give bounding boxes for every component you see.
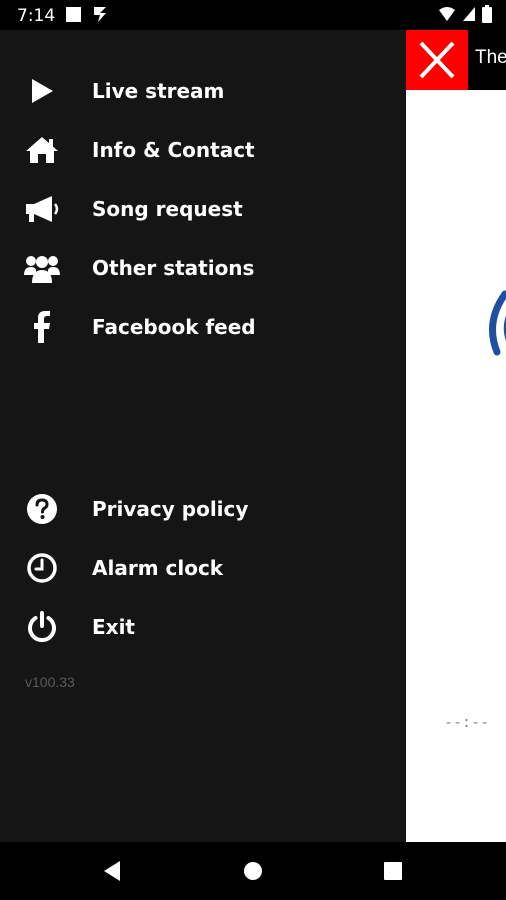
menu-item-song-request[interactable]: Song request [0, 184, 406, 234]
question-icon [22, 493, 62, 525]
status-time: 7:14 [17, 6, 56, 26]
menu-item-info-contact[interactable]: Info & Contact [0, 125, 406, 175]
menu-item-alarm-clock[interactable]: Alarm clock [0, 543, 406, 593]
menu-label: Song request [92, 197, 243, 221]
group-icon [22, 252, 62, 284]
play-icon [22, 75, 62, 107]
navigation-drawer: Live stream Info & Contact Song request [0, 30, 406, 842]
menu-label: Facebook feed [92, 315, 256, 339]
menu-item-exit[interactable]: Exit [0, 602, 406, 652]
home-circle-icon [244, 862, 262, 880]
menu-label: Privacy policy [92, 497, 249, 521]
main-content: The --:-- [406, 30, 506, 842]
close-icon [419, 41, 455, 79]
megaphone-icon [22, 193, 62, 225]
version-label: v100.33 [25, 674, 75, 690]
notification-app-icon [92, 4, 108, 29]
menu-label: Alarm clock [92, 556, 224, 580]
menu-label: Live stream [92, 79, 225, 103]
notification-square-icon [66, 7, 81, 22]
clock-icon [22, 552, 62, 584]
menu-item-privacy-policy[interactable]: Privacy policy [0, 484, 406, 534]
recents-icon [384, 862, 402, 880]
menu-label: Info & Contact [92, 138, 255, 162]
back-icon [104, 861, 120, 881]
banner-text: The [475, 47, 506, 68]
close-ad-button[interactable] [406, 30, 468, 90]
ad-banner: The [406, 30, 506, 90]
navigation-bar [0, 842, 506, 900]
menu-item-other-stations[interactable]: Other stations [0, 243, 406, 293]
menu-item-live-stream[interactable]: Live stream [0, 66, 406, 116]
signal-icon [462, 6, 476, 27]
menu-label: Exit [92, 615, 135, 639]
status-bar: 7:14 [0, 0, 506, 30]
back-button[interactable] [94, 854, 130, 888]
facebook-icon [22, 311, 62, 343]
power-icon [22, 611, 62, 643]
battery-icon [482, 5, 492, 28]
home-button[interactable] [235, 854, 271, 888]
station-logo-icon [485, 290, 506, 365]
menu-item-facebook-feed[interactable]: Facebook feed [0, 302, 406, 352]
home-icon [22, 134, 62, 166]
menu-label: Other stations [92, 256, 255, 280]
wifi-icon [438, 6, 456, 27]
status-icons [438, 5, 492, 28]
player-time: --:-- [444, 713, 490, 731]
recents-button[interactable] [375, 854, 411, 888]
